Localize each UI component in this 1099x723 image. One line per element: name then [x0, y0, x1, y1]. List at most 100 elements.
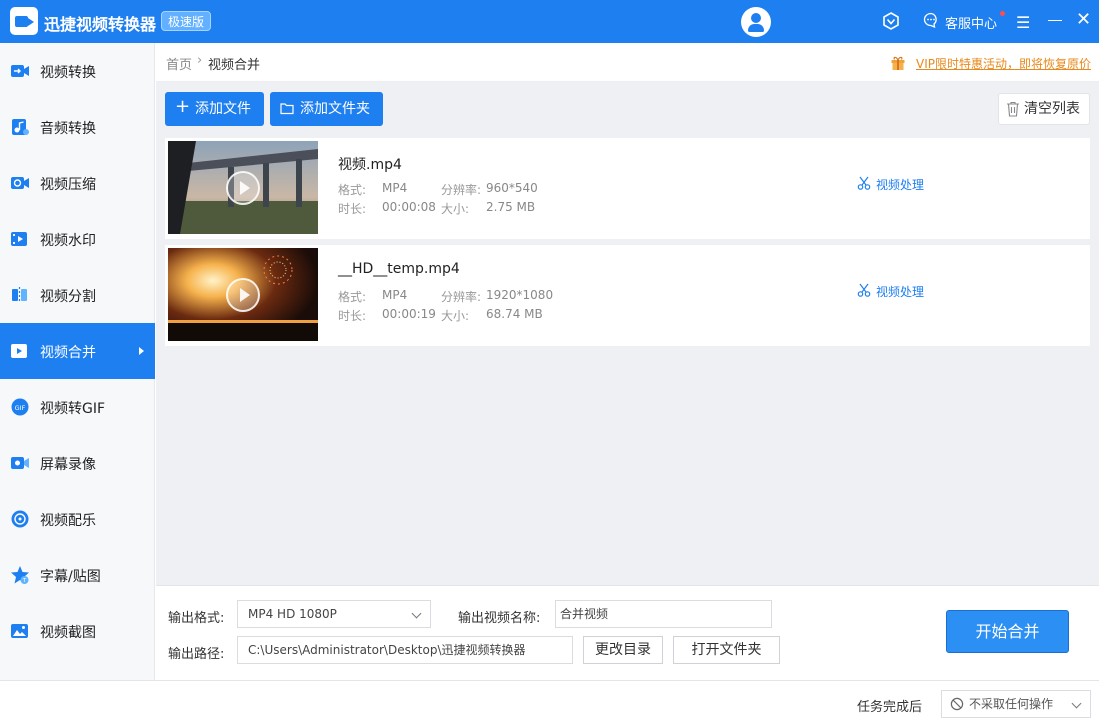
add-file-label: 添加文件 — [195, 101, 251, 117]
video-music-icon — [11, 510, 29, 528]
sidebar: 视频转换 音频转换 视频压缩 视频水印 视频分割 视频合并 GIF 视频转GIF… — [0, 43, 155, 680]
sidebar-item-label: 视频截图 — [40, 625, 96, 641]
output-name-input[interactable]: 合并视频 — [555, 600, 772, 628]
add-file-button[interactable]: + 添加文件 — [165, 92, 264, 126]
file-name: __HD__temp.mp4 — [338, 261, 460, 277]
scissors-icon — [857, 176, 871, 190]
sidebar-item-label: 视频配乐 — [40, 513, 96, 529]
output-settings-panel: 输出格式: MP4 HD 1080P 输出视频名称: 合并视频 输出路径: C:… — [156, 585, 1099, 680]
sidebar-item-video-watermark[interactable]: 视频水印 — [0, 211, 155, 267]
resolution-value: 960*540 — [486, 181, 538, 195]
play-icon[interactable] — [226, 278, 260, 312]
customer-service-link[interactable]: 客服中心 — [945, 13, 997, 32]
sidebar-item-screen-record[interactable]: 屏幕录像 — [0, 435, 155, 491]
chevron-down-icon — [1071, 698, 1082, 709]
gift-icon — [891, 56, 905, 70]
start-merge-button[interactable]: 开始合并 — [946, 610, 1069, 653]
resolution-label: 分辨率: — [441, 290, 482, 304]
after-task-select[interactable]: 不采取任何操作 — [941, 690, 1091, 718]
duration-label: 时长: — [338, 309, 367, 323]
change-directory-button[interactable]: 更改目录 — [583, 636, 663, 664]
format-value: MP4 — [382, 288, 408, 302]
screen-record-icon — [11, 457, 29, 469]
output-format-value: MP4 HD 1080P — [248, 607, 337, 621]
video-compress-icon — [11, 177, 29, 189]
sidebar-item-video-merge[interactable]: 视频合并 — [0, 323, 155, 379]
output-path-field[interactable]: C:\Users\Administrator\Desktop\迅捷视频转换器 — [237, 636, 573, 664]
ban-icon — [950, 697, 964, 711]
title-bar: 迅捷视频转换器 极速版 客服中心 ☰ ✕ — [0, 0, 1099, 43]
video-split-icon — [12, 287, 27, 303]
sidebar-item-video-split[interactable]: 视频分割 — [0, 267, 155, 323]
svg-text:T: T — [22, 578, 27, 584]
breadcrumb-separator: › — [197, 53, 203, 68]
subtitle-sticker-icon: T — [11, 566, 29, 584]
video-merge-icon — [11, 344, 27, 358]
audio-convert-icon — [12, 119, 29, 135]
add-folder-label: 添加文件夹 — [300, 101, 370, 117]
breadcrumb-current: 视频合并 — [208, 58, 261, 73]
customer-service-icon[interactable] — [923, 12, 939, 28]
resolution-value: 1920*1080 — [486, 288, 554, 302]
active-arrow-icon — [139, 347, 144, 355]
sidebar-item-label: 音频转换 — [40, 121, 96, 137]
status-bar: 任务完成后 不采取任何操作 — [0, 680, 1099, 723]
output-name-label: 输出视频名称: — [458, 611, 541, 626]
sidebar-item-video-compress[interactable]: 视频压缩 — [0, 155, 155, 211]
sidebar-item-video-music[interactable]: 视频配乐 — [0, 491, 155, 547]
sidebar-item-video-to-gif[interactable]: GIF 视频转GIF — [0, 379, 155, 435]
user-avatar-icon[interactable] — [741, 7, 771, 37]
file-list-area: + 添加文件 添加文件夹 清空列表 视频.mp4 格式: MP4 分辨率: 96… — [156, 82, 1099, 585]
output-path-value: C:\Users\Administrator\Desktop\迅捷视频转换器 — [248, 643, 526, 657]
clear-list-button[interactable]: 清空列表 — [998, 93, 1090, 125]
size-label: 大小: — [441, 309, 470, 323]
edition-badge: 极速版 — [161, 11, 212, 31]
video-process-label: 视频处理 — [876, 285, 925, 299]
close-button[interactable]: ✕ — [1076, 11, 1091, 29]
after-task-label: 任务完成后 — [857, 700, 923, 715]
sidebar-item-label: 视频水印 — [40, 233, 96, 249]
app-logo-icon — [10, 7, 38, 35]
menu-button[interactable]: ☰ — [1016, 13, 1030, 32]
duration-value: 00:00:08 — [382, 200, 436, 214]
output-path-label: 输出路径: — [168, 647, 225, 662]
video-process-label: 视频处理 — [876, 178, 925, 192]
sidebar-item-audio-convert[interactable]: 音频转换 — [0, 99, 155, 155]
sidebar-item-label: 视频转换 — [40, 65, 96, 81]
duration-label: 时长: — [338, 202, 367, 216]
scissors-icon — [857, 283, 871, 297]
resolution-label: 分辨率: — [441, 183, 482, 197]
breadcrumb-home-link[interactable]: 首页 — [166, 54, 192, 73]
sidebar-item-label: 视频分割 — [40, 289, 96, 305]
sidebar-item-video-screenshot[interactable]: 视频截图 — [0, 603, 155, 659]
video-thumbnail[interactable] — [168, 141, 318, 234]
size-label: 大小: — [441, 202, 470, 216]
svg-text:GIF: GIF — [15, 404, 26, 412]
add-folder-button[interactable]: 添加文件夹 — [270, 92, 383, 126]
clear-list-label: 清空列表 — [1024, 101, 1080, 117]
sidebar-item-label: 字幕/贴图 — [40, 569, 101, 585]
output-name-value: 合并视频 — [560, 607, 609, 621]
duration-value: 00:00:19 — [382, 307, 436, 321]
play-icon[interactable] — [226, 171, 260, 205]
list-item[interactable]: __HD__temp.mp4 格式: MP4 分辨率: 1920*1080 时长… — [165, 245, 1090, 346]
sidebar-item-subtitle-sticker[interactable]: T 字幕/贴图 — [0, 547, 155, 603]
folder-icon — [280, 103, 294, 115]
plus-icon: + — [175, 96, 191, 117]
vip-diamond-icon[interactable] — [882, 12, 900, 30]
app-title: 迅捷视频转换器 — [44, 15, 157, 34]
sidebar-item-label: 视频压缩 — [40, 177, 96, 193]
vip-promo-link[interactable]: VIP限时特惠活动，即将恢复原价 — [916, 55, 1091, 72]
after-task-value: 不采取任何操作 — [969, 697, 1054, 711]
open-folder-button[interactable]: 打开文件夹 — [673, 636, 780, 664]
video-to-gif-icon: GIF — [11, 398, 29, 416]
sidebar-item-label: 视频转GIF — [40, 401, 106, 417]
sidebar-item-label: 屏幕录像 — [40, 457, 96, 473]
minimize-button[interactable] — [1048, 20, 1062, 21]
output-format-select[interactable]: MP4 HD 1080P — [237, 600, 431, 628]
video-thumbnail[interactable] — [168, 248, 318, 341]
size-value: 2.75 MB — [486, 200, 536, 214]
size-value: 68.74 MB — [486, 307, 543, 321]
list-item[interactable]: 视频.mp4 格式: MP4 分辨率: 960*540 时长: 00:00:08… — [165, 138, 1090, 239]
sidebar-item-video-convert[interactable]: 视频转换 — [0, 43, 155, 99]
